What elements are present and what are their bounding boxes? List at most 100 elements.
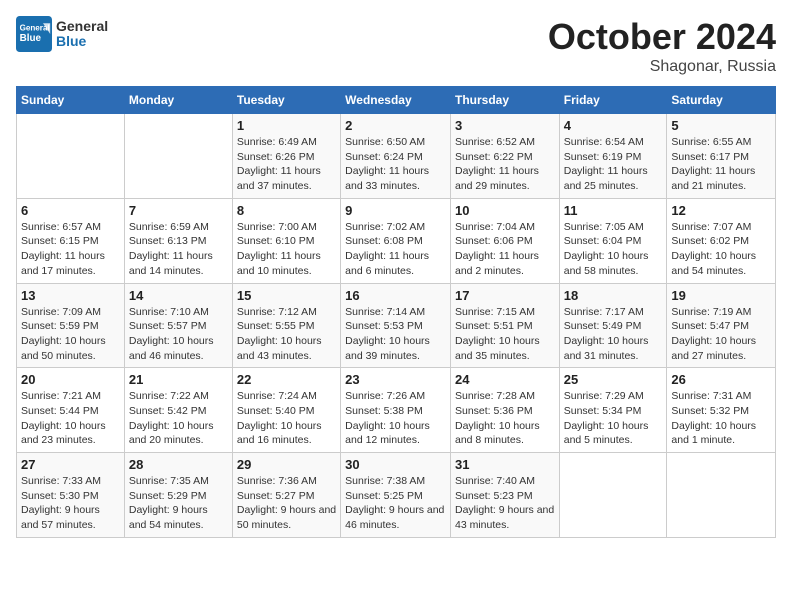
day-cell: 10 Sunrise: 7:04 AM Sunset: 6:06 PM Dayli… — [450, 198, 559, 283]
day-number: 22 — [237, 372, 336, 387]
day-number: 14 — [129, 288, 228, 303]
day-info: Sunrise: 6:59 AM Sunset: 6:13 PM Dayligh… — [129, 220, 228, 279]
day-info: Sunrise: 6:49 AM Sunset: 6:26 PM Dayligh… — [237, 135, 336, 194]
day-number: 4 — [564, 118, 663, 133]
day-number: 7 — [129, 203, 228, 218]
logo-general-text: General — [56, 19, 108, 34]
day-cell: 6Sunrise: 6:57 AM Sunset: 6:15 PM Daylig… — [17, 198, 125, 283]
day-number: 8 — [237, 203, 336, 218]
day-info: Sunrise: 7:07 AM Sunset: 6:02 PM Dayligh… — [671, 220, 771, 279]
day-number: 13 — [21, 288, 120, 303]
day-number: 23 — [345, 372, 446, 387]
day-cell: 14Sunrise: 7:10 AM Sunset: 5:57 PM Dayli… — [124, 283, 232, 368]
day-cell — [124, 114, 232, 199]
header: General Blue General Blue October 2024 S… — [16, 16, 776, 76]
day-info: Sunrise: 6:52 AM Sunset: 6:22 PM Dayligh… — [455, 135, 555, 194]
day-cell: 17Sunrise: 7:15 AM Sunset: 5:51 PM Dayli… — [450, 283, 559, 368]
day-info: Sunrise: 7:15 AM Sunset: 5:51 PM Dayligh… — [455, 305, 555, 364]
col-monday: Monday — [124, 87, 232, 114]
day-number: 10 — [455, 203, 555, 218]
day-cell: 26Sunrise: 7:31 AM Sunset: 5:32 PM Dayli… — [667, 368, 776, 453]
day-cell — [667, 453, 776, 538]
day-number: 1 — [237, 118, 336, 133]
day-info: Sunrise: 7:35 AM Sunset: 5:29 PM Dayligh… — [129, 474, 228, 533]
day-number: 9 — [345, 203, 446, 218]
day-cell: 23 Sunrise: 7:26 AM Sunset: 5:38 PM Dayli… — [341, 368, 451, 453]
day-number: 25 — [564, 372, 663, 387]
day-number: 5 — [671, 118, 771, 133]
day-info: Sunrise: 7:29 AM Sunset: 5:34 PM Dayligh… — [564, 389, 663, 448]
day-cell: 3 Sunrise: 6:52 AM Sunset: 6:22 PM Daylig… — [450, 114, 559, 199]
day-cell: 13Sunrise: 7:09 AM Sunset: 5:59 PM Dayli… — [17, 283, 125, 368]
day-cell: 31 Sunrise: 7:40 AM Sunset: 5:23 PM Dayli… — [450, 453, 559, 538]
day-number: 31 — [455, 457, 555, 472]
week-row-2: 6Sunrise: 6:57 AM Sunset: 6:15 PM Daylig… — [17, 198, 776, 283]
day-number: 20 — [21, 372, 120, 387]
day-number: 28 — [129, 457, 228, 472]
col-tuesday: Tuesday — [232, 87, 340, 114]
day-info: Sunrise: 7:28 AM Sunset: 5:36 PM Dayligh… — [455, 389, 555, 448]
day-info: Sunrise: 7:02 AM Sunset: 6:08 PM Dayligh… — [345, 220, 446, 279]
col-saturday: Saturday — [667, 87, 776, 114]
day-info: Sunrise: 7:36 AM Sunset: 5:27 PM Dayligh… — [237, 474, 336, 533]
day-info: Sunrise: 7:26 AM Sunset: 5:38 PM Dayligh… — [345, 389, 446, 448]
day-number: 12 — [671, 203, 771, 218]
col-wednesday: Wednesday — [341, 87, 451, 114]
week-row-3: 13Sunrise: 7:09 AM Sunset: 5:59 PM Dayli… — [17, 283, 776, 368]
svg-text:Blue: Blue — [20, 33, 42, 44]
logo: General Blue General Blue — [16, 16, 108, 52]
day-cell: 9 Sunrise: 7:02 AM Sunset: 6:08 PM Daylig… — [341, 198, 451, 283]
day-cell: 18 Sunrise: 7:17 AM Sunset: 5:49 PM Dayli… — [559, 283, 667, 368]
day-number: 3 — [455, 118, 555, 133]
location: Shagonar, Russia — [548, 58, 776, 76]
day-cell: 15 Sunrise: 7:12 AM Sunset: 5:55 PM Dayli… — [232, 283, 340, 368]
day-cell: 21 Sunrise: 7:22 AM Sunset: 5:42 PM Dayli… — [124, 368, 232, 453]
calendar-header: Sunday Monday Tuesday Wednesday Thursday… — [17, 87, 776, 114]
day-cell: 20 Sunrise: 7:21 AM Sunset: 5:44 PM Dayli… — [17, 368, 125, 453]
day-info: Sunrise: 7:19 AM Sunset: 5:47 PM Dayligh… — [671, 305, 771, 364]
day-cell: 8Sunrise: 7:00 AM Sunset: 6:10 PM Daylig… — [232, 198, 340, 283]
day-cell: 24Sunrise: 7:28 AM Sunset: 5:36 PM Dayli… — [450, 368, 559, 453]
logo-svg: General Blue — [16, 16, 52, 52]
week-row-1: 1 Sunrise: 6:49 AM Sunset: 6:26 PM Daylig… — [17, 114, 776, 199]
day-info: Sunrise: 7:38 AM Sunset: 5:25 PM Dayligh… — [345, 474, 446, 533]
day-info: Sunrise: 7:31 AM Sunset: 5:32 PM Dayligh… — [671, 389, 771, 448]
day-number: 29 — [237, 457, 336, 472]
day-cell: 25 Sunrise: 7:29 AM Sunset: 5:34 PM Dayli… — [559, 368, 667, 453]
day-info: Sunrise: 7:21 AM Sunset: 5:44 PM Dayligh… — [21, 389, 120, 448]
logo-blue-text: Blue — [56, 34, 108, 49]
day-number: 19 — [671, 288, 771, 303]
day-info: Sunrise: 6:55 AM Sunset: 6:17 PM Dayligh… — [671, 135, 771, 194]
day-cell: 16Sunrise: 7:14 AM Sunset: 5:53 PM Dayli… — [341, 283, 451, 368]
day-cell: 29 Sunrise: 7:36 AM Sunset: 5:27 PM Dayli… — [232, 453, 340, 538]
day-info: Sunrise: 7:40 AM Sunset: 5:23 PM Dayligh… — [455, 474, 555, 533]
day-number: 2 — [345, 118, 446, 133]
title-area: October 2024 Shagonar, Russia — [548, 16, 776, 76]
day-cell: 22Sunrise: 7:24 AM Sunset: 5:40 PM Dayli… — [232, 368, 340, 453]
day-cell: 2Sunrise: 6:50 AM Sunset: 6:24 PM Daylig… — [341, 114, 451, 199]
day-cell: 12 Sunrise: 7:07 AM Sunset: 6:02 PM Dayli… — [667, 198, 776, 283]
day-number: 6 — [21, 203, 120, 218]
col-thursday: Thursday — [450, 87, 559, 114]
day-number: 16 — [345, 288, 446, 303]
day-info: Sunrise: 6:54 AM Sunset: 6:19 PM Dayligh… — [564, 135, 663, 194]
week-row-4: 20 Sunrise: 7:21 AM Sunset: 5:44 PM Dayli… — [17, 368, 776, 453]
day-number: 11 — [564, 203, 663, 218]
day-cell: 7 Sunrise: 6:59 AM Sunset: 6:13 PM Daylig… — [124, 198, 232, 283]
day-info: Sunrise: 7:04 AM Sunset: 6:06 PM Dayligh… — [455, 220, 555, 279]
day-cell: 4 Sunrise: 6:54 AM Sunset: 6:19 PM Daylig… — [559, 114, 667, 199]
day-info: Sunrise: 7:22 AM Sunset: 5:42 PM Dayligh… — [129, 389, 228, 448]
day-number: 27 — [21, 457, 120, 472]
day-number: 18 — [564, 288, 663, 303]
day-info: Sunrise: 7:17 AM Sunset: 5:49 PM Dayligh… — [564, 305, 663, 364]
day-number: 15 — [237, 288, 336, 303]
day-number: 21 — [129, 372, 228, 387]
day-info: Sunrise: 7:12 AM Sunset: 5:55 PM Dayligh… — [237, 305, 336, 364]
day-cell: 19 Sunrise: 7:19 AM Sunset: 5:47 PM Dayli… — [667, 283, 776, 368]
day-number: 30 — [345, 457, 446, 472]
day-cell: 1 Sunrise: 6:49 AM Sunset: 6:26 PM Daylig… — [232, 114, 340, 199]
header-row: Sunday Monday Tuesday Wednesday Thursday… — [17, 87, 776, 114]
calendar-table: Sunday Monday Tuesday Wednesday Thursday… — [16, 86, 776, 538]
day-cell — [17, 114, 125, 199]
month-title: October 2024 — [548, 16, 776, 58]
